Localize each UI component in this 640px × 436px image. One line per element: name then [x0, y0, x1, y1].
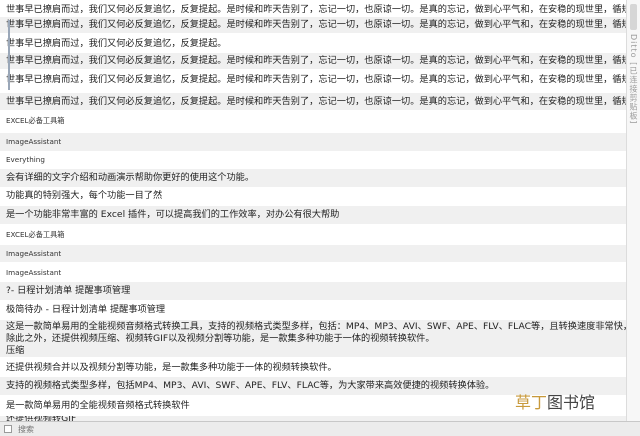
- clip-item[interactable]: EXCEL必备工具箱: [0, 226, 626, 244]
- search-input[interactable]: [18, 423, 438, 435]
- clip-list[interactable]: 世事早已撩肩而过，我们又何必反复追忆，反复提起。是时候和昨天告别了，忘记一切，也…: [0, 0, 626, 421]
- clip-item[interactable]: 压缩: [0, 344, 626, 357]
- clip-item[interactable]: ?- 日程计划清单 提醒事项管理: [0, 282, 626, 300]
- clip-item[interactable]: 世事早已撩肩而过，我们又何必反复追忆，反复提起。是时候和昨天告别了，忘记一切，也…: [0, 53, 626, 69]
- watermark-brand: 草丁: [515, 393, 548, 412]
- clip-item[interactable]: EXCEL必备工具箱: [0, 113, 626, 129]
- clip-item[interactable]: 世事早已撩肩而过，我们又何必反复追忆，反复提起。是时候和昨天告别了，忘记一切，也…: [0, 17, 626, 33]
- search-bar: [0, 421, 640, 436]
- clip-item[interactable]: 世事早已撩肩而过，我们又何必反复追忆，反复提起。是时候和昨天告别了，忘记一切，也…: [0, 2, 626, 17]
- clip-item[interactable]: 世事早已撩肩而过，我们又何必反复追忆，反复提起。: [0, 36, 626, 52]
- clip-item[interactable]: 会有详细的文字介绍和动画演示帮助你更好的使用这个功能。: [0, 169, 626, 187]
- clip-item[interactable]: 还提供视频合并以及视频分割等功能，是一款集多种功能于一体的视频转换软件。: [0, 359, 626, 377]
- window-sidebar: Ditto [已连接剪贴板]: [626, 0, 640, 421]
- group-marker: [8, 20, 10, 90]
- search-options-icon[interactable]: [4, 425, 12, 433]
- clip-item[interactable]: ImageAssistant: [0, 133, 626, 151]
- app-title-vertical: Ditto [已连接剪贴板]: [629, 34, 638, 125]
- watermark: 草丁图书馆: [515, 389, 633, 412]
- clip-item[interactable]: Everything: [0, 151, 626, 168]
- scrollbar-thumb[interactable]: [630, 4, 637, 30]
- clip-item[interactable]: 是一个功能非常丰富的 Excel 插件，可以提高我们的工作效率，对办公有很大帮助: [0, 206, 626, 224]
- clipboard-history-window: 世事早已撩肩而过，我们又何必反复追忆，反复提起。是时候和昨天告别了，忘记一切，也…: [0, 0, 640, 436]
- clip-item[interactable]: 世事早已撩肩而过，我们又何必反复追忆，反复提起。是时候和昨天告别了，忘记一切，也…: [0, 93, 626, 110]
- clip-item[interactable]: ImageAssistant: [0, 245, 626, 262]
- clip-item[interactable]: 极简待办 - 日程计划清单 提醒事项管理: [0, 301, 626, 319]
- watermark-text: 图书馆: [547, 393, 596, 412]
- clip-item[interactable]: 功能真的特别强大，每个功能一目了然: [0, 187, 626, 205]
- clip-item[interactable]: ImageAssistant: [0, 264, 626, 281]
- clip-item[interactable]: 世事早已撩肩而过，我们又何必反复追忆，反复提起。是时候和昨天告别了，忘记一切，也…: [0, 72, 626, 88]
